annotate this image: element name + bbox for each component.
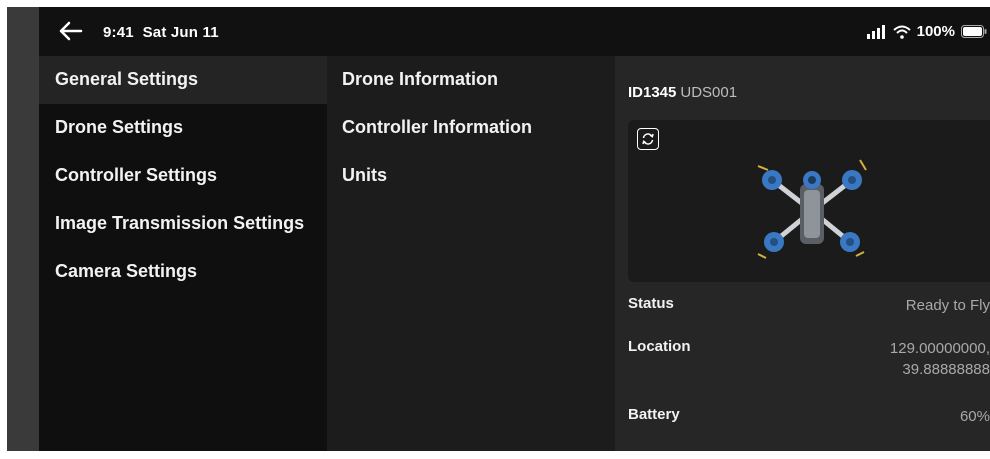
status-value: Ready to Fly bbox=[905, 297, 990, 314]
location-label: Location bbox=[628, 338, 691, 355]
status-date: Sat Jun 11 bbox=[142, 24, 219, 41]
status-bar: 9:41 Sat Jun 11 100% bbox=[39, 7, 990, 56]
menu-item-camera-settings[interactable]: Camera Settings bbox=[39, 248, 327, 296]
drone-preview-card bbox=[628, 120, 990, 282]
drone-id-number: ID1345 bbox=[628, 84, 677, 101]
menu-item-drone-settings[interactable]: Drone Settings bbox=[39, 104, 327, 152]
back-arrow-icon[interactable] bbox=[59, 21, 83, 41]
drone-model: UDS001 bbox=[680, 84, 738, 101]
drone-image bbox=[756, 156, 868, 271]
menu-item-image-transmission-settings[interactable]: Image Transmission Settings bbox=[39, 200, 327, 248]
submenu-item-drone-information[interactable]: Drone Information bbox=[327, 56, 615, 104]
menu-item-controller-settings[interactable]: Controller Settings bbox=[39, 152, 327, 200]
left-edge-strip bbox=[7, 7, 39, 451]
submenu-item-controller-information[interactable]: Controller Information bbox=[327, 104, 615, 152]
location-longitude: 39.88888888 bbox=[902, 361, 990, 378]
battery-percent: 100% bbox=[916, 23, 955, 40]
time-date: 9:41 Sat Jun 11 bbox=[103, 24, 219, 41]
menu-item-general-settings[interactable]: General Settings bbox=[39, 56, 327, 104]
status-indicators: 100% bbox=[866, 23, 988, 40]
location-value: 129.00000000, 39.88888888 bbox=[890, 338, 990, 380]
signal-icon bbox=[866, 24, 887, 39]
location-latitude: 129.00000000, bbox=[889, 340, 990, 357]
battery-value: 60% bbox=[959, 408, 990, 425]
general-submenu: Drone Information Controller Information… bbox=[327, 56, 615, 451]
refresh-icon[interactable] bbox=[637, 128, 659, 150]
drone-id: ID1345 UDS001 bbox=[628, 84, 737, 101]
battery-label: Battery bbox=[628, 406, 680, 423]
wifi-icon bbox=[892, 25, 911, 39]
status-time: 9:41 bbox=[103, 24, 134, 41]
status-label: Status bbox=[628, 295, 674, 312]
drone-information-panel: ID1345 UDS001 Status Ready to Fly Locati… bbox=[615, 56, 990, 451]
battery-icon bbox=[961, 25, 988, 38]
settings-category-list: General Settings Drone Settings Controll… bbox=[39, 56, 327, 451]
app-window: 9:41 Sat Jun 11 100% General Settings Dr… bbox=[7, 7, 990, 451]
submenu-item-units[interactable]: Units bbox=[327, 152, 615, 200]
